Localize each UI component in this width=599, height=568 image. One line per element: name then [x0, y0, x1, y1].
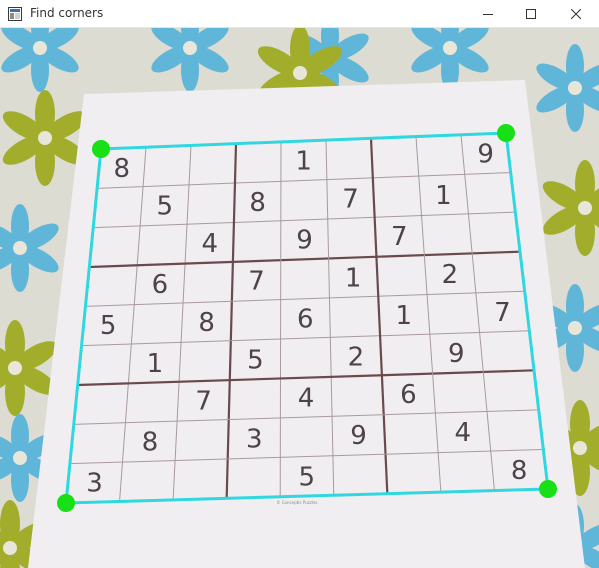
sudoku-cell-digit: 5	[299, 462, 316, 492]
maximize-icon	[526, 8, 536, 19]
sudoku-cell-digit: 4	[455, 418, 472, 448]
sudoku-cell-digit: 9	[296, 226, 313, 256]
sudoku-cell-digit: 8	[249, 188, 266, 218]
sudoku-cell-digit: 8	[142, 428, 159, 458]
sudoku-cell-digit: 8	[198, 308, 215, 338]
sudoku-cell-digit: 5	[157, 191, 174, 221]
title-bar[interactable]: Find corners	[0, 0, 599, 28]
sudoku-cell-digit: 3	[86, 469, 103, 499]
corner-marker-top-left[interactable]	[92, 140, 110, 158]
sudoku-cell-digit: 3	[246, 424, 263, 454]
close-button[interactable]	[553, 0, 599, 27]
paper-footer: © Conceptis Puzzles	[276, 500, 317, 505]
corner-marker-bottom-left[interactable]	[57, 494, 75, 512]
app-window: Find corners 8 1 9 5 8 7 1 4 9 7 6 7 1 2…	[0, 0, 599, 568]
sudoku-cell-digit: 7	[342, 184, 359, 214]
sudoku-cell-digit: 4	[298, 383, 315, 413]
window-title: Find corners	[30, 6, 104, 20]
sudoku-cell-digit: 1	[435, 181, 452, 211]
sudoku-cell-digit: 5	[100, 311, 117, 341]
sudoku-cell-digit: 9	[477, 140, 494, 170]
corner-marker-top-right[interactable]	[497, 124, 515, 142]
sudoku-cell-digit: 6	[400, 380, 417, 410]
sudoku-cell-digit: 9	[350, 421, 367, 451]
maximize-button[interactable]	[508, 0, 554, 27]
sudoku-cell-digit: 7	[195, 387, 212, 417]
camera-view: 819587149767125861715297468394358 © Conc…	[0, 28, 599, 568]
sudoku-cell-digit: 4	[201, 229, 218, 259]
close-icon	[571, 8, 581, 19]
minimize-button[interactable]	[465, 0, 511, 27]
sudoku-cell-digit: 6	[297, 305, 314, 335]
camera-frame: 8 1 95 8 7 14 9 76 7 1 25 8 6 1 71 5 2 97 4 68 3 9 43 5 8 © Conc…	[0, 28, 599, 568]
sudoku-cell-digit: 1	[396, 301, 413, 331]
sudoku-cell-digit: 6	[152, 270, 169, 300]
sudoku-cell-digit: 8	[511, 456, 528, 486]
sudoku-cell-digit: 1	[345, 263, 362, 293]
sudoku-cell-digit: 1	[147, 349, 164, 379]
sudoku-cell-digit: 7	[494, 298, 511, 328]
sudoku-cell-digit: 5	[247, 346, 264, 376]
sudoku-cell-digit: 1	[295, 147, 312, 177]
sudoku-cell-digit: 8	[114, 154, 131, 184]
sudoku-cell-digit: 2	[442, 260, 459, 290]
corner-marker-bottom-right[interactable]	[539, 480, 557, 498]
sudoku-cell-digit: 7	[391, 222, 408, 252]
app-icon	[8, 6, 22, 21]
sudoku-cell-digit: 2	[348, 342, 365, 372]
sudoku-cell-digit: 9	[448, 339, 465, 369]
sudoku-cell-digit: 7	[248, 267, 265, 297]
minimize-icon	[483, 13, 493, 15]
